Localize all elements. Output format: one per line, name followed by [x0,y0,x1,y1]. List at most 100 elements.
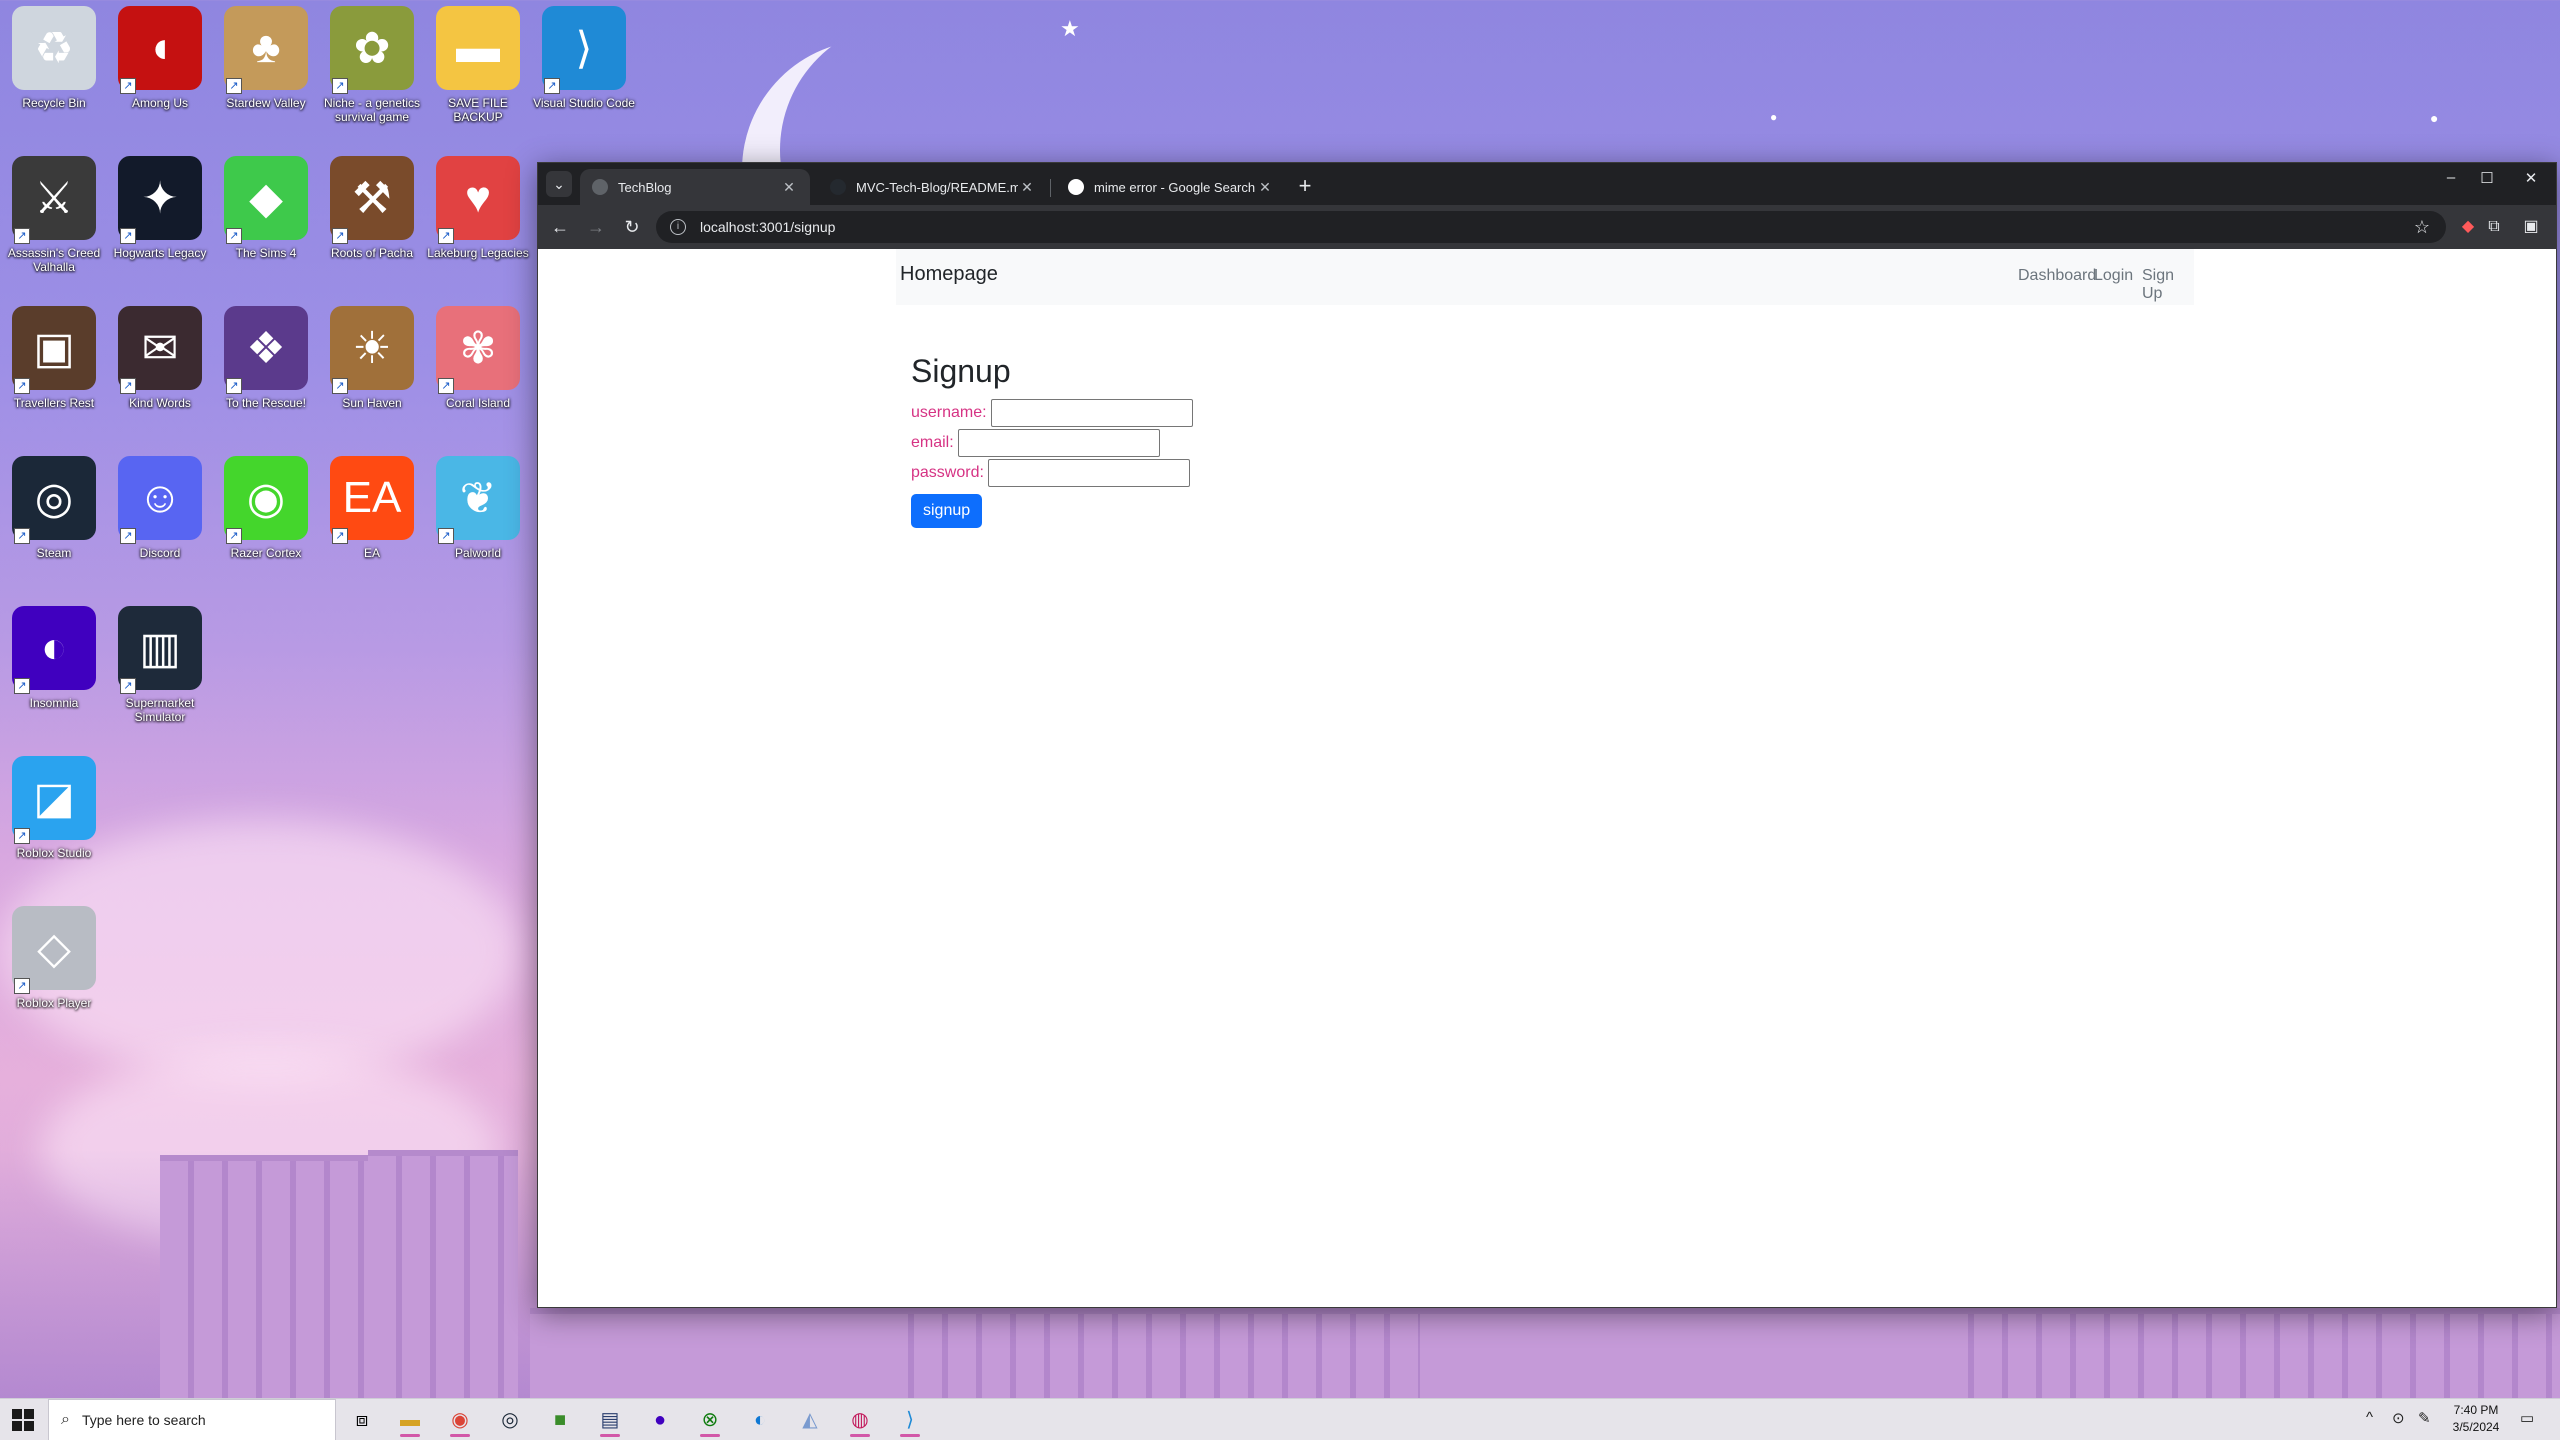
shortcut-arrow-icon: ↗ [226,378,242,394]
desktop-icon-niche[interactable]: ✿ ↗ Niche - a genetics survival game [320,6,424,124]
clock-date: 3/5/2024 [2452,1420,2500,1434]
maximize-button[interactable]: ☐ [2464,169,2510,187]
notifications-icon[interactable]: ▭ [2520,1409,2534,1427]
app-icon[interactable]: ▤ [590,1403,630,1437]
close-tab-icon[interactable]: ✕ [780,179,798,196]
desktop-icon-label: Insomnia [29,696,79,710]
desktop-icon-among-us[interactable]: ◖ ↗ Among Us [108,6,212,110]
desktop-icon-label: Stardew Valley [226,96,306,110]
username-input[interactable] [990,399,1193,427]
desktop-icon-kind-words[interactable]: ✉ ↗ Kind Words [108,306,212,410]
desktop-icon-label: Niche - a genetics survival game [323,96,421,124]
forward-button[interactable]: → [584,215,608,239]
desktop-icon-roblox-player[interactable]: ◇ ↗ Roblox Player [2,906,106,1010]
reload-button[interactable]: ↻ [620,215,644,239]
desktop-icon-hogwarts-legacy[interactable]: ✦ ↗ Hogwarts Legacy [108,156,212,260]
page-viewport: Homepage Dashboard Login Sign Up Signup … [538,249,2556,1307]
new-tab-button[interactable]: + [1291,173,1319,199]
desktop-icon-sun-haven[interactable]: ☀ ↗ Sun Haven [320,306,424,410]
desktop-icon-insomnia[interactable]: ◐ ↗ Insomnia [2,606,106,710]
clock-time: 7:40 PM [2453,1403,2499,1417]
globe-icon [592,179,608,195]
extensions-puzzle-icon[interactable]: ⧉ [2483,216,2505,238]
close-tab-icon[interactable]: ✕ [1018,179,1036,196]
desktop-icon-razer-cortex[interactable]: ◉ ↗ Razer Cortex [214,456,318,560]
network-icon[interactable]: ⊙ [2392,1409,2405,1427]
back-button[interactable]: ← [548,215,572,239]
lakeburg-legacies-icon: ♥ ↗ [436,156,520,244]
shortcut-arrow-icon: ↗ [226,78,242,94]
desktop-icon-coral-island[interactable]: ✾ ↗ Coral Island [426,306,530,410]
clock[interactable]: 7:40 PM 3/5/2024 [2440,1402,2512,1436]
desktop-icon-assassins-creed[interactable]: ⚔ ↗ Assassin's Creed Valhalla [2,156,106,274]
start-button[interactable] [12,1409,34,1431]
app-icon[interactable]: ◭ [790,1403,830,1437]
steam-icon[interactable]: ◎ [490,1403,530,1437]
bookmark-star-icon[interactable]: ☆ [2414,217,2430,238]
tab-google-search[interactable]: mime error - Google Search ✕ [1056,169,1286,205]
nav-link-signup[interactable]: Sign Up [2142,267,2194,303]
address-bar[interactable]: i localhost:3001/signup ☆ [656,211,2446,243]
desktop-icon-roots-of-pacha[interactable]: ⚒ ↗ Roots of Pacha [320,156,424,260]
shortcut-arrow-icon: ↗ [120,378,136,394]
taskbar-search[interactable]: ⌕ Type here to search [48,1399,336,1440]
chrome-icon[interactable]: ◉ [440,1403,480,1437]
desktop-icon-label: Supermarket Simulator [125,696,195,724]
shortcut-arrow-icon: ↗ [332,78,348,94]
password-input[interactable] [987,459,1190,487]
homepage-link[interactable]: Homepage [900,263,998,286]
url-text: localhost:3001/signup [700,219,836,235]
desktop-icon-to-the-rescue[interactable]: ❖ ↗ To the Rescue! [214,306,318,410]
star-decoration: ★ [1060,16,1080,41]
desktop-icon-folder[interactable]: ▬ SAVE FILE BACKUP [426,6,530,124]
desktop-icon-steam[interactable]: ◎ ↗ Steam [2,456,106,560]
desktop-icon-supermarket-simulator[interactable]: ▥ ↗ Supermarket Simulator [108,606,212,724]
hogwarts-legacy-icon: ✦ ↗ [118,156,202,244]
tab-title: mime error - Google Search [1094,179,1256,195]
close-tab-icon[interactable]: ✕ [1256,179,1274,196]
file-explorer-icon[interactable]: ▬ [390,1403,430,1437]
edge-icon[interactable]: ◐ [740,1403,780,1437]
desktop-icon-recycle-bin[interactable]: ♻ Recycle Bin [2,6,106,110]
to-the-rescue-icon: ❖ ↗ [224,306,308,394]
task-view-icon[interactable]: ⧈ [342,1403,382,1437]
folder-icon: ▬ [436,6,520,90]
email-input[interactable] [957,429,1160,457]
desktop-icon-label: Discord [139,546,181,560]
shortcut-arrow-icon: ↗ [120,78,136,94]
tab-search-button[interactable]: ⌄ [546,171,572,197]
extension-icon[interactable]: ◆ [2457,216,2479,238]
desktop-icon-sims-4[interactable]: ◆ ↗ The Sims 4 [214,156,318,260]
tab-title: TechBlog [618,179,672,195]
nav-link-login[interactable]: Login [2094,267,2133,285]
desktop-icon-lakeburg-legacies[interactable]: ♥ ↗ Lakeburg Legacies [426,156,530,260]
minecraft-icon[interactable]: ■ [540,1403,580,1437]
desktop-icon-palworld[interactable]: ❦ ↗ Palworld [426,456,530,560]
insomnia-icon[interactable]: ● [640,1403,680,1437]
desktop-icon-vscode[interactable]: ⟩ ↗ Visual Studio Code [532,6,636,110]
signup-form: Signup username: email: password: signup [911,353,1193,528]
desktop-icon-roblox-studio[interactable]: ◪ ↗ Roblox Studio [2,756,106,860]
nav-link-dashboard[interactable]: Dashboard [2018,267,2096,285]
side-panel-icon[interactable]: ▣ [2520,216,2542,238]
desktop-icon-label: Visual Studio Code [533,96,635,110]
niche-icon: ✿ ↗ [330,6,414,94]
tab-techblog[interactable]: TechBlog ✕ [580,169,810,205]
app-icon[interactable]: ◍ [840,1403,880,1437]
desktop-icon-discord[interactable]: ☺ ↗ Discord [108,456,212,560]
signup-button[interactable]: signup [911,494,983,528]
pen-icon[interactable]: ✎ [2418,1409,2431,1427]
shortcut-arrow-icon: ↗ [332,528,348,544]
desktop-icon-stardew-valley[interactable]: ♣ ↗ Stardew Valley [214,6,318,110]
desktop-icon-travellers-rest[interactable]: ▣ ↗ Travellers Rest [2,306,106,410]
site-info-icon[interactable]: i [670,219,686,235]
xbox-icon[interactable]: ⊗ [690,1403,730,1437]
github-icon [830,179,846,195]
desktop-icon-ea[interactable]: EA ↗ EA [320,456,424,560]
chevron-up-icon[interactable]: ^ [2366,1409,2373,1426]
desktop-icon-label: Kind Words [129,396,191,410]
vscode-icon[interactable]: ⟩ [890,1403,930,1437]
close-window-button[interactable]: ✕ [2508,169,2554,187]
tab-readme[interactable]: MVC-Tech-Blog/README.md at ✕ [818,169,1048,205]
desktop-icon-label: Travellers Rest [13,396,95,410]
